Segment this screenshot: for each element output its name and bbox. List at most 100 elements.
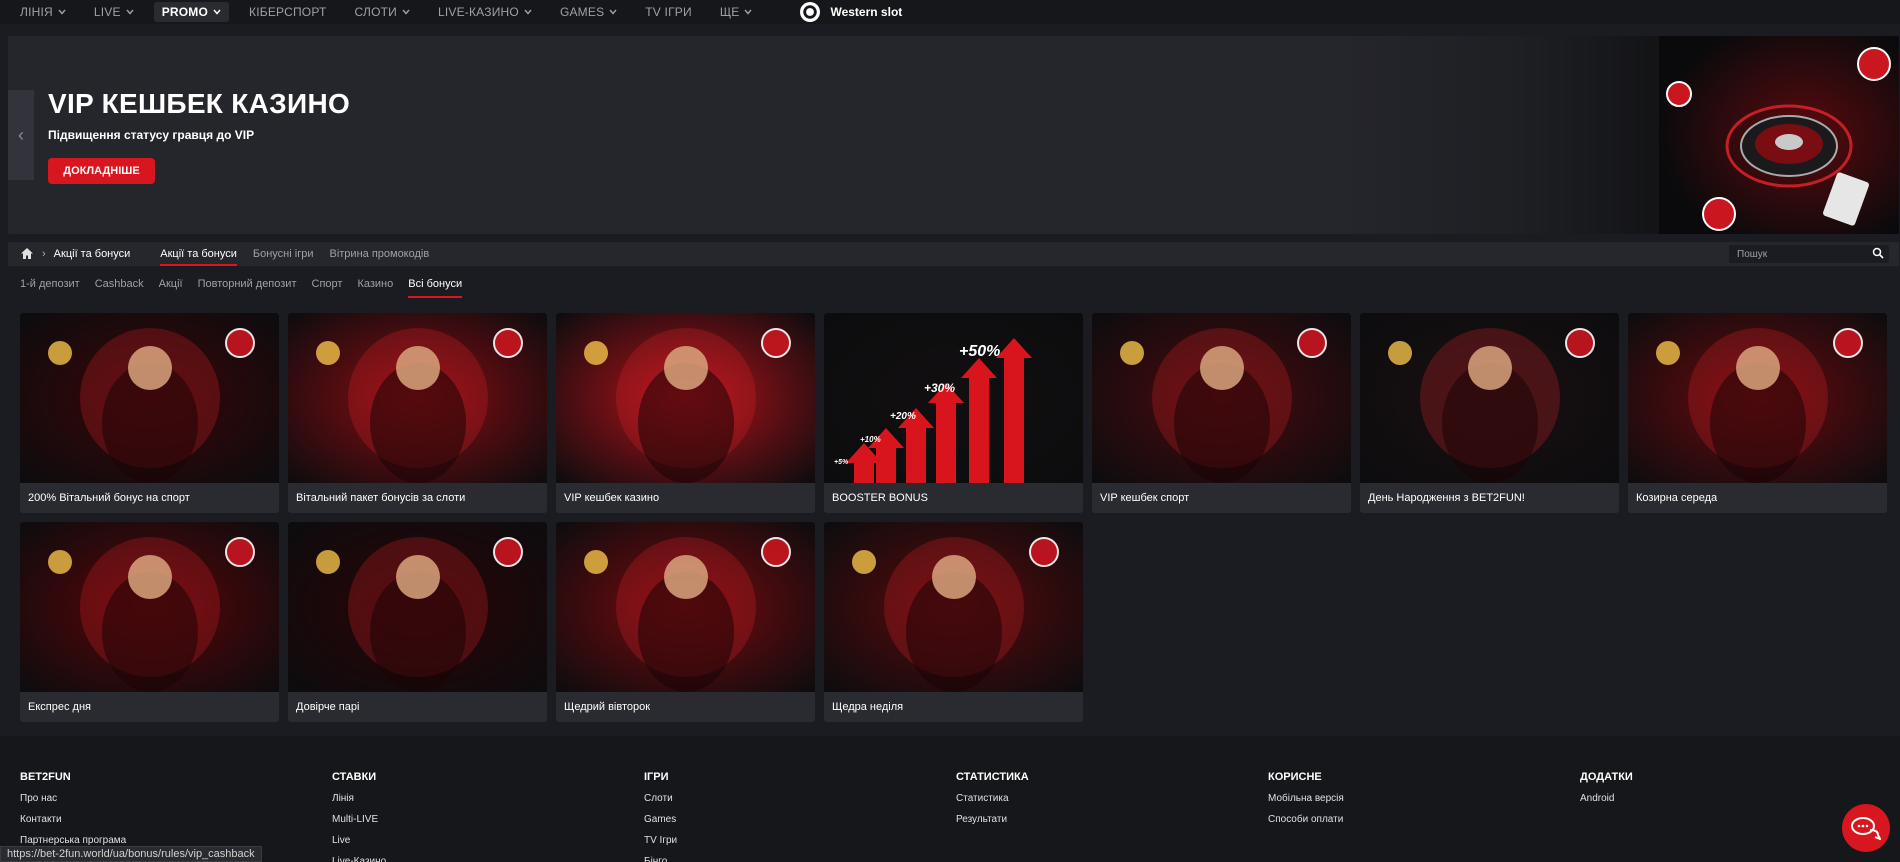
bonus-card[interactable]: Щедра неділя [824,522,1083,722]
bonus-card[interactable]: Козирна середа [1628,313,1887,513]
footer-link[interactable]: Слоти [644,793,677,804]
chevron-down-icon [609,8,617,17]
footer-link[interactable]: Партнерська програма [20,835,126,846]
western-slot-link[interactable]: Western slot [800,2,902,22]
subtab[interactable]: Бонусні ігри [253,242,314,266]
bonus-card-image [288,313,547,483]
banner-prev-button[interactable]: ‹ [8,90,34,180]
nav-item-label: Ще [719,5,740,19]
nav-item-label: Кіберспорт [249,5,327,19]
footer-link[interactable]: Про нас [20,793,126,804]
bonus-card-title: Вітальний пакет бонусів за слоти [296,492,466,504]
nav-item[interactable]: Лінія [20,5,66,19]
nav-item[interactable]: Кіберспорт [249,5,327,19]
filter-tab[interactable]: Всі бонуси [408,272,462,298]
footer-column-title: Корисне [1268,771,1322,783]
nav-item[interactable]: Promo [153,2,230,22]
footer-link[interactable]: Multi-LIVE [332,814,386,825]
footer-link[interactable]: Live [332,835,386,846]
bonus-card[interactable]: День Народження з BET2FUN! [1360,313,1619,513]
footer-link[interactable]: Бінго [644,856,677,862]
nav-item[interactable]: Ще [720,5,753,19]
top-navigation: Лінія Live Promo Кіберспорт Слоти Live-казино… [0,0,1900,24]
footer-link[interactable]: TV Ігри [644,835,677,846]
nav-item-label: Live-казино [437,5,519,19]
status-url: https://bet-2fun.world/ua/bonus/rules/vi… [0,846,262,862]
search-input[interactable] [1737,248,1867,260]
chevron-down-icon [58,8,66,17]
search-icon[interactable] [1872,247,1884,259]
bonus-card[interactable]: Довірче парі [288,522,547,722]
nav-item[interactable]: Слоти [355,5,410,19]
filter-tab[interactable]: Акції [159,272,183,296]
footer-column-title: Статистика [956,771,1029,783]
filter-tab[interactable]: Спорт [312,272,343,296]
footer-link[interactable]: Способи оплати [1268,814,1344,825]
chevron-down-icon [744,8,753,17]
bonus-card[interactable]: VIP кешбек спорт [1092,313,1351,513]
bonus-card-title: Козирна середа [1636,492,1718,504]
promo-banner[interactable]: ‹ VIP КЕШБЕК КАЗИНО Підвищення статусу г… [8,36,1899,234]
footer-column-title: Ігри [644,771,669,783]
banner-details-button[interactable]: ДОКЛАДНІШЕ [48,158,155,184]
footer-link[interactable]: Результати [956,814,1029,825]
nav-item-label: Слоти [354,5,397,19]
nav-items: Лінія Live Promo Кіберспорт Слоти Live-казино… [20,2,780,22]
chat-button[interactable] [1842,804,1890,852]
bonus-card[interactable]: 200% Вітальний бонус на спорт [20,313,279,513]
bonus-card-title: VIP кешбек спорт [1100,492,1190,504]
footer-column: Ігри Слоти Games TV Ігри Бінго [644,771,677,862]
footer-link[interactable]: Лінія [332,793,386,804]
filter-tab[interactable]: Казино [357,272,393,296]
bonus-card-title: 200% Вітальний бонус на спорт [28,492,190,504]
bonus-card[interactable]: VIP кешбек казино [556,313,815,513]
footer-column-title: Додатки [1580,771,1633,783]
bonus-card-image [556,522,815,692]
filter-tab[interactable]: Повторний депозит [198,272,297,296]
footer-link[interactable]: Games [644,814,677,825]
bonus-card-image: +50% +30% +20% +10% +5% [824,313,1083,483]
search-box [1729,245,1889,263]
booster-percent-label: +50% [959,343,1001,360]
bonus-card-image [288,522,547,692]
footer-column-title: Ставки [332,771,377,783]
chevron-right-icon: › [42,248,46,260]
subtab[interactable]: Вітрина промокодів [329,242,429,266]
chevron-down-icon [126,8,134,17]
bonus-card[interactable]: Експрес дня [20,522,279,722]
nav-item[interactable]: TV Ігри [645,5,692,19]
banner-subtitle: Підвищення статусу гравця до VIP [48,128,255,142]
bonus-card-image [20,313,279,483]
bonus-card[interactable]: Щедрий вівторок [556,522,815,722]
booster-percent-label: +20% [890,411,916,422]
bonus-card-title: Експрес дня [28,701,91,713]
footer-link[interactable]: Статистика [956,793,1029,804]
bonus-card[interactable]: Вітальний пакет бонусів за слоти [288,313,547,513]
bonus-card[interactable]: +50% +30% +20% +10% +5% BOOSTER BONUS [824,313,1083,513]
filter-tab[interactable]: 1-й депозит [20,272,80,296]
filter-tab[interactable]: Cashback [95,272,144,296]
footer-column: BET2FUN Про нас Контакти Партнерська програ… [20,771,126,856]
nav-item[interactable]: Games [560,5,617,19]
bonus-card-image [556,313,815,483]
bonus-card-title: VIP кешбек казино [564,492,660,504]
bonus-card-title: Щедра неділя [832,701,904,713]
nav-item[interactable]: Live [94,5,134,19]
footer-link[interactable]: Android [1580,793,1633,804]
nav-item[interactable]: Live-казино [438,5,532,19]
subtab[interactable]: Акції та бонуси [160,242,237,266]
bonus-card-title: Довірче парі [296,701,360,713]
footer-link[interactable]: Контакти [20,814,126,825]
chevron-down-icon [524,8,532,17]
footer-column: Корисне Мобільна версія Способи оплати [1268,771,1344,835]
chevron-down-icon [213,8,221,17]
promo-subtabs: Акції та бонуси Бонусні ігри Вітрина промо… [160,242,445,266]
footer-link[interactable]: Live-Казино [332,856,386,862]
banner-title: VIP КЕШБЕК КАЗИНО [48,88,351,119]
nav-item-label: Promo [161,5,209,19]
breadcrumb-current[interactable]: Акції та бонуси [54,248,131,260]
footer-column-title: BET2FUN [20,771,71,783]
breadcrumb-bar: › Акції та бонуси Акції та бонуси Бонусні… [8,242,1899,266]
footer-link[interactable]: Мобільна версія [1268,793,1344,804]
home-icon[interactable] [20,247,34,261]
